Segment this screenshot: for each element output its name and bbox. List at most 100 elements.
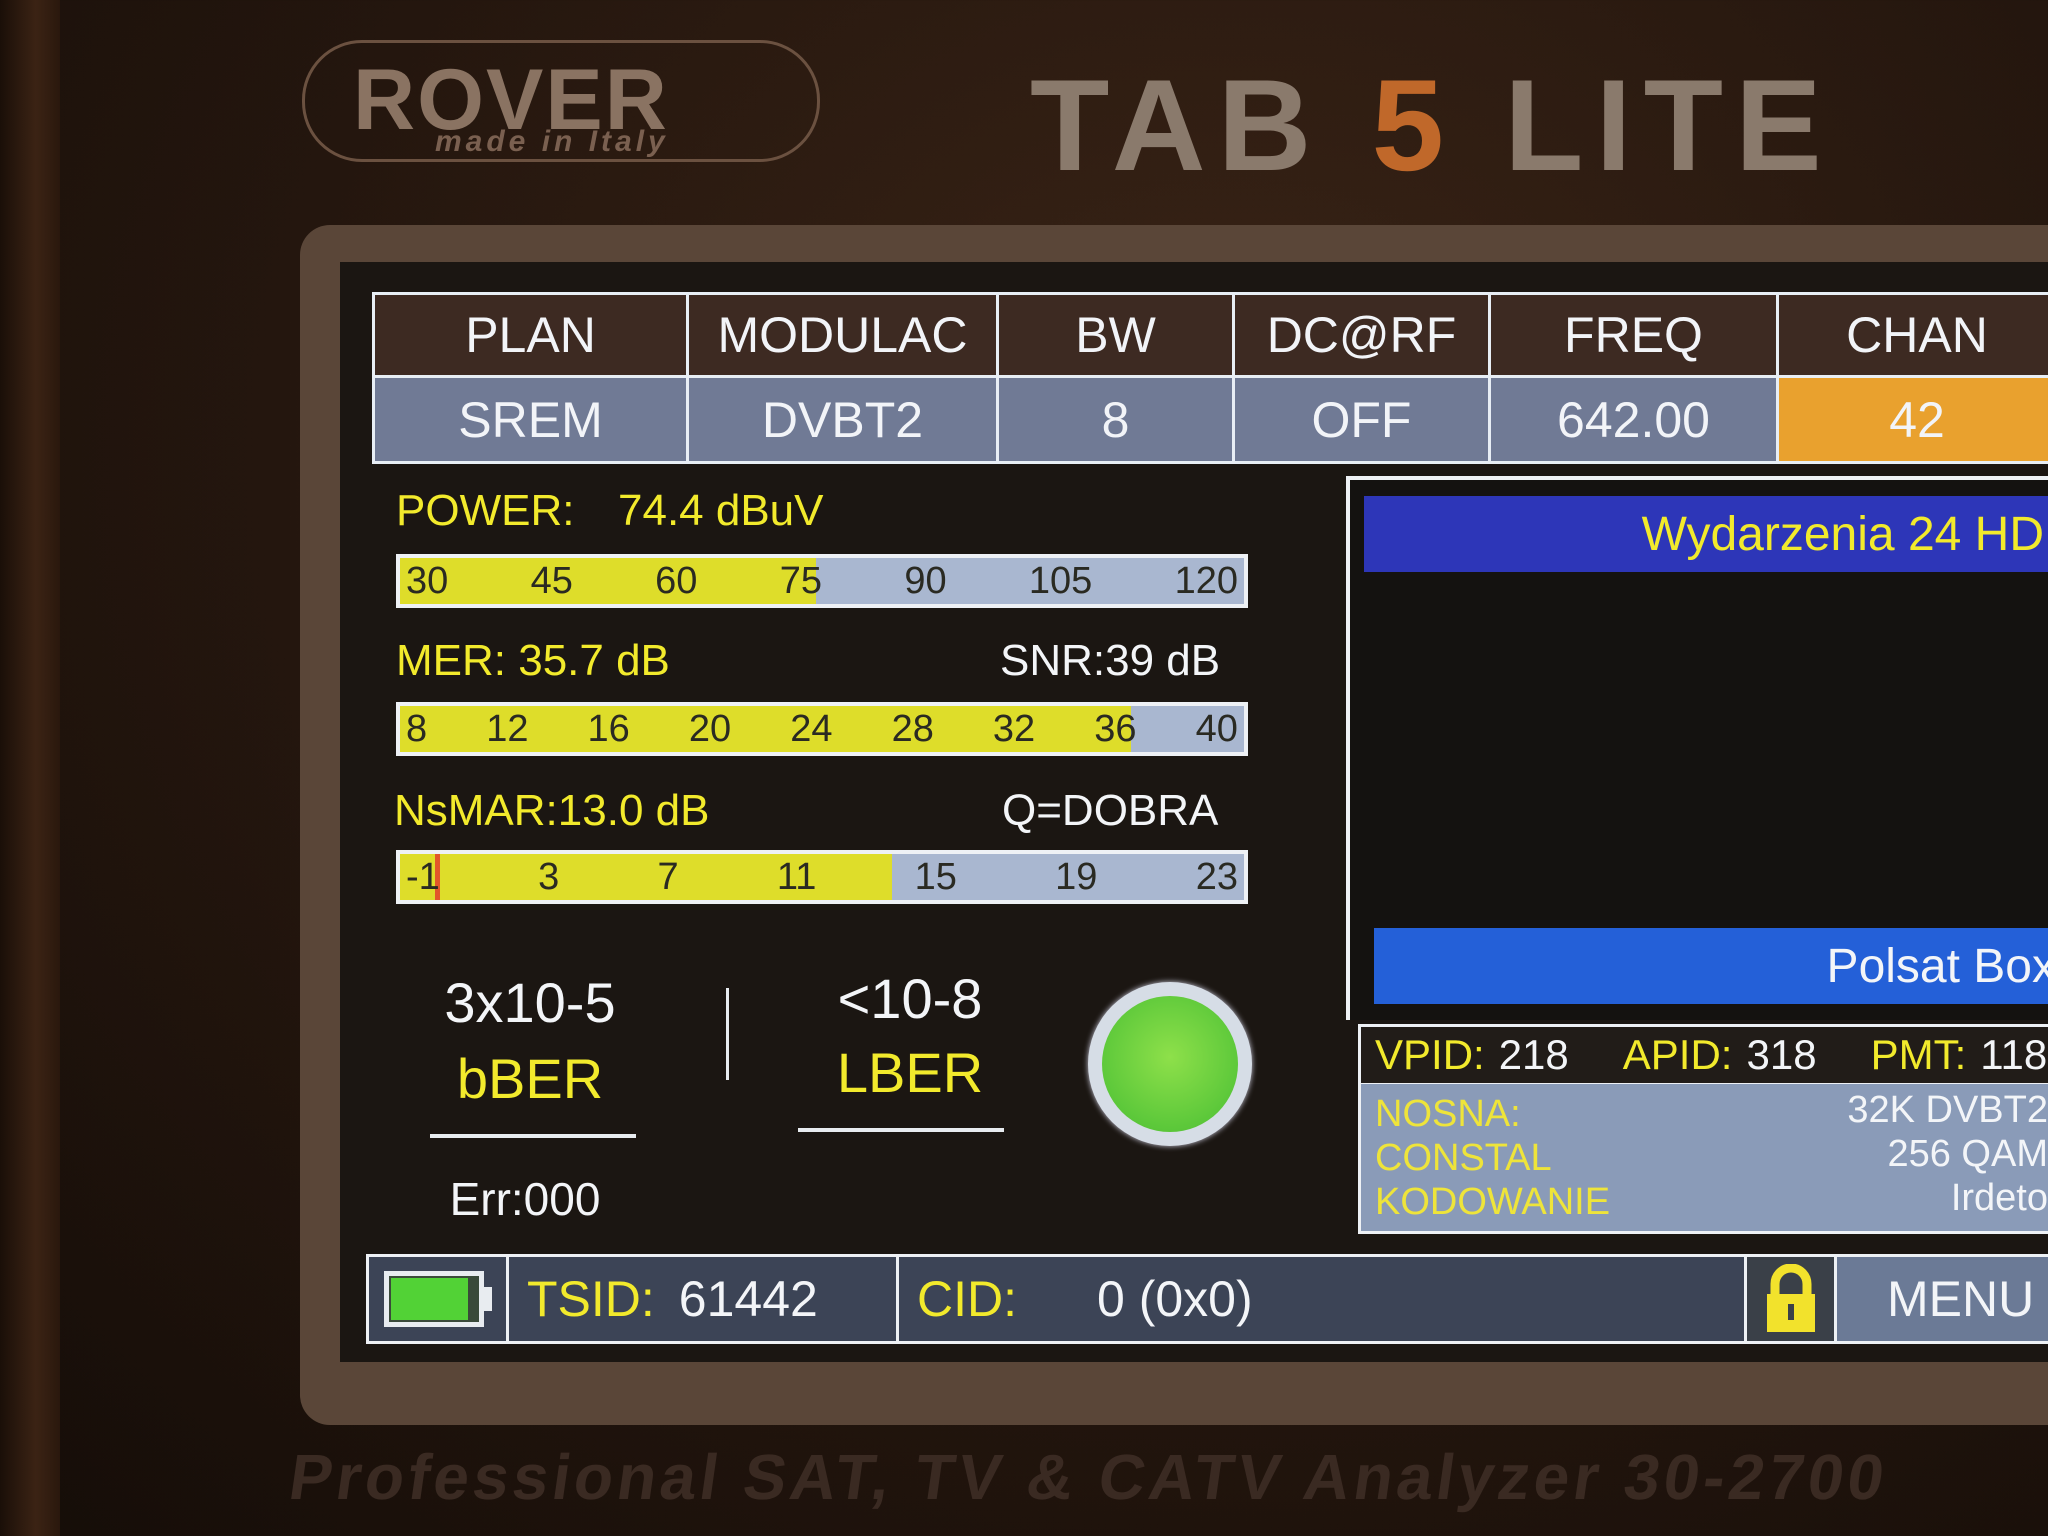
vpid-value: 218 xyxy=(1498,1031,1569,1078)
quality-label: Q=DOBRA xyxy=(1002,786,1219,835)
battery-tip xyxy=(483,1287,492,1311)
battery-indicator xyxy=(369,1257,509,1341)
apid-value: 318 xyxy=(1746,1031,1817,1078)
param-label: BW xyxy=(999,295,1232,378)
param-value[interactable]: OFF xyxy=(1235,378,1488,461)
scale-tick-label: 75 xyxy=(779,559,823,602)
power-meter-scale: 30 45 60 75 90 105 120 xyxy=(400,558,1244,604)
param-plan[interactable]: PLAN SREM xyxy=(375,295,689,461)
param-value[interactable]: DVBT2 xyxy=(689,378,996,461)
scale-tick-label: 8 xyxy=(406,707,428,750)
tsid-label: TSID: xyxy=(527,1271,655,1327)
scale-tick-label: 11 xyxy=(776,855,817,898)
param-value[interactable]: 42 xyxy=(1779,378,2048,461)
param-value[interactable]: 642.00 xyxy=(1491,378,1776,461)
scale-tick-label: 32 xyxy=(992,707,1036,750)
lber-label: LBER xyxy=(836,1041,984,1104)
param-dc-rf[interactable]: DC@RF OFF xyxy=(1235,295,1491,461)
param-bandwidth[interactable]: BW 8 xyxy=(999,295,1235,461)
param-label: MODULAC xyxy=(689,295,996,378)
scale-tick-label: 19 xyxy=(1055,855,1098,898)
menu-button[interactable]: MENU xyxy=(1837,1257,2048,1341)
param-modulation[interactable]: MODULAC DVBT2 xyxy=(689,295,999,461)
scale-tick-label: 16 xyxy=(587,707,630,750)
brand-subtitle: made in Italy xyxy=(435,125,669,158)
apid-label: APID: xyxy=(1622,1031,1733,1078)
cid-field: CID: 0 (0x0) xyxy=(899,1257,1747,1341)
model-name: TAB 5 LITE xyxy=(1030,50,1834,200)
ber-separator xyxy=(726,988,729,1080)
lock-status-light xyxy=(1102,996,1238,1132)
provider-bar: Polsat Box xyxy=(1374,928,2048,1004)
encryption-value: Irdeto xyxy=(1950,1177,2048,1219)
scale-tick-label: 105 xyxy=(1028,559,1093,602)
scale-tick-label: 12 xyxy=(486,707,529,750)
provider-name: Polsat Box xyxy=(1826,939,2048,993)
bber-label: bBER xyxy=(456,1047,604,1110)
scale-tick-label: 7 xyxy=(657,855,679,898)
scale-tick-label: 90 xyxy=(904,559,947,602)
battery-level xyxy=(390,1278,468,1320)
param-label: CHAN xyxy=(1779,295,2048,378)
error-count: Err:000 xyxy=(449,1173,601,1225)
scale-tick-label: 24 xyxy=(790,707,833,750)
info-values: 32K DVBT2 256 QAM Irdeto xyxy=(1847,1088,2048,1220)
lock-status-indicator xyxy=(1088,982,1252,1146)
carrier-label: NOSNA: xyxy=(1375,1093,1521,1135)
constellation-value: 256 QAM xyxy=(1887,1133,2048,1175)
scale-tick-label: 120 xyxy=(1174,559,1238,602)
param-label: DC@RF xyxy=(1235,295,1488,378)
pid-bar: VPID: 218 APID: 318 PMT: 118 xyxy=(1358,1024,2048,1086)
mer-meter-scale: 8 12 16 20 24 28 32 36 40 xyxy=(400,706,1244,752)
encryption-label: KODOWANIE xyxy=(1375,1181,1611,1223)
brand-logo: ROVER made in Italy xyxy=(302,40,820,162)
vpid-label: VPID: xyxy=(1375,1031,1485,1078)
status-footer: TSID: 61442 CID: 0 (0x0) MENU xyxy=(366,1254,2048,1344)
power-value: 74.4 dBuV xyxy=(618,486,824,535)
scale-tick-label: -1 xyxy=(406,855,440,898)
service-name: Wydarzenia 24 HD xyxy=(1641,507,2044,561)
lock-icon xyxy=(1766,1264,1815,1332)
battery-icon xyxy=(383,1271,484,1327)
scale-tick-label: 30 xyxy=(406,559,449,602)
carrier-value: 32K DVBT2 xyxy=(1847,1089,2048,1131)
power-meter: 30 45 60 75 90 105 120 xyxy=(396,554,1248,608)
param-value[interactable]: 8 xyxy=(999,378,1232,461)
snr-label: SNR:39 dB xyxy=(1000,636,1221,685)
param-label: FREQ xyxy=(1491,295,1776,378)
bber-value: 3x10-5 xyxy=(444,971,616,1034)
signal-info-box: NOSNA: CONSTAL KODOWANIE 32K DVBT2 256 Q… xyxy=(1358,1084,2048,1234)
info-keys: NOSNA: CONSTAL KODOWANIE xyxy=(1375,1092,1610,1224)
cid-label: CID: xyxy=(917,1271,1017,1327)
model-number: 5 xyxy=(1371,52,1456,198)
mer-label: MER: 35.7 dB xyxy=(396,636,670,685)
lber-value: <10-8 xyxy=(837,967,983,1030)
parameter-table: PLAN SREM MODULAC DVBT2 BW 8 DC@RF OFF F… xyxy=(372,292,2048,464)
pmt-value: 118 xyxy=(1980,1031,2048,1078)
scale-tick-label: 36 xyxy=(1094,707,1137,750)
scale-tick-label: 60 xyxy=(655,559,698,602)
param-label: PLAN xyxy=(375,295,686,378)
scale-tick-label: 15 xyxy=(914,855,957,898)
power-label: POWER: xyxy=(396,486,575,535)
lock-button[interactable] xyxy=(1747,1257,1837,1341)
nsmar-meter: -1 3 7 11 15 19 23 xyxy=(396,850,1248,904)
constellation-label: CONSTAL xyxy=(1375,1137,1552,1179)
device-casing xyxy=(0,0,60,1536)
cid-value: 0 (0x0) xyxy=(1097,1271,1253,1327)
scale-tick-label: 45 xyxy=(530,559,573,602)
param-value[interactable]: SREM xyxy=(375,378,686,461)
bber-underline xyxy=(430,1134,636,1138)
scale-tick-label: 20 xyxy=(688,707,732,750)
model-suffix: LITE xyxy=(1504,52,1834,198)
mer-meter: 8 12 16 20 24 28 32 36 40 xyxy=(396,702,1248,756)
param-channel[interactable]: CHAN 42 xyxy=(1779,295,2048,461)
device-tagline: Professional SAT, TV & CATV Analyzer 30-… xyxy=(284,1441,1893,1513)
lber-underline xyxy=(798,1128,1004,1132)
param-frequency[interactable]: FREQ 642.00 xyxy=(1491,295,1779,461)
tsid-value: 61442 xyxy=(678,1271,818,1327)
pmt-label: PMT: xyxy=(1870,1031,1967,1078)
nsmar-meter-scale: -1 3 7 11 15 19 23 xyxy=(400,854,1244,900)
scale-tick-label: 40 xyxy=(1195,707,1238,750)
scale-tick-label: 3 xyxy=(538,855,560,898)
